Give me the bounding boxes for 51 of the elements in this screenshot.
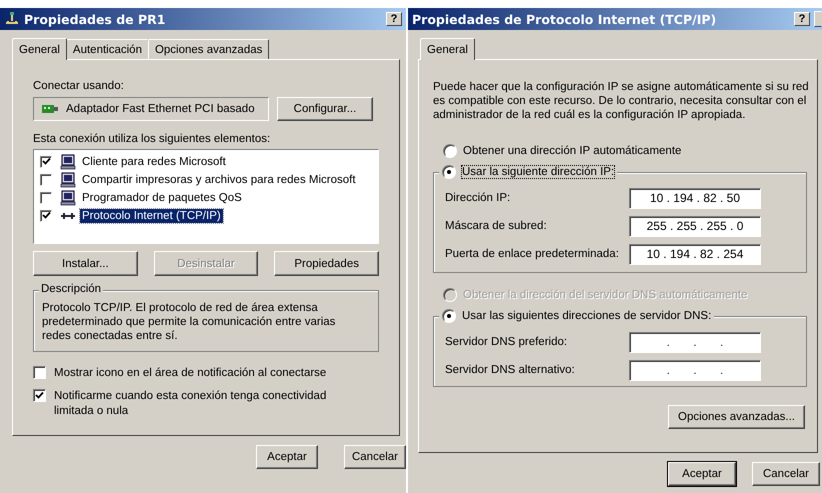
list-item[interactable]: Compartir impresoras y archivos para redes Microsoft	[80, 172, 358, 186]
dialog-button[interactable]: Cancelar	[752, 462, 820, 486]
checkbox[interactable]	[33, 389, 46, 402]
field-label: Máscara de subred:	[445, 220, 547, 232]
action-button[interactable]: Instalar...	[33, 251, 138, 276]
help-button[interactable]: ?	[386, 12, 402, 26]
computer-icon	[60, 190, 76, 206]
tab[interactable]: Opciones avanzadas	[148, 39, 270, 59]
description-text: Protocolo TCP/IP. El protocolo de red de área extensa predeterminado que permite la comunicación entre varias redes conectadas entre sí.	[42, 301, 336, 343]
tab[interactable]: General	[12, 38, 67, 60]
list-item[interactable]: Cliente para redes Microsoft	[80, 154, 228, 168]
close-button[interactable]	[814, 11, 822, 27]
radio-label: Obtener una dirección IP automáticamente	[463, 145, 682, 157]
intro-text: Puede hacer que la configuración IP se asigne automáticamente si su red es compatible con este recurso. De lo contrario, necesita consultar con el administrador de la red cuál es la configuración IP apropiada.	[433, 80, 810, 122]
list-item[interactable]: Protocolo Internet (TCP/IP)	[80, 208, 223, 222]
group-legend: Descripción	[39, 283, 104, 295]
ip-address-field[interactable]: . . .	[629, 360, 761, 380]
field-label: Dirección IP:	[445, 192, 510, 204]
components-label: Esta conexión utiliza los siguientes elementos:	[33, 133, 270, 145]
radio-button[interactable]	[442, 165, 456, 179]
ip-address-field[interactable]: 10 . 194 . 82 . 50	[629, 188, 761, 208]
dialog-button[interactable]: Aceptar	[256, 445, 318, 469]
radio-button[interactable]	[443, 144, 457, 158]
radio-button[interactable]	[442, 309, 456, 323]
action-button[interactable]: Propiedades	[274, 251, 380, 276]
window-title: Propiedades de Protocolo Internet (TCP/IP)	[412, 12, 718, 26]
network-card-icon	[42, 103, 58, 115]
adapter-field: Adaptador Fast Ethernet PCI basado	[33, 97, 269, 121]
network-icon	[4, 11, 20, 27]
connect-label: Conectar usando:	[33, 80, 124, 92]
computer-icon	[60, 172, 76, 188]
field-label: Servidor DNS preferido:	[445, 336, 568, 348]
radio-label: Usar las siguientes direcciones de servidor DNS:	[462, 310, 712, 322]
radio-label: Usar la siguiente dirección IP:	[462, 166, 614, 178]
ip-address-field[interactable]: 255 . 255 . 255 . 0	[629, 216, 761, 236]
dialog-button[interactable]: Cancelar	[344, 445, 406, 469]
window-title: Propiedades de PR1	[24, 12, 166, 26]
computer-icon	[60, 154, 76, 170]
field-label: Puerta de enlace predeterminada:	[445, 248, 619, 260]
tab[interactable]: General	[420, 38, 475, 60]
list-item[interactable]: Programador de paquetes QoS	[80, 190, 244, 204]
dialog-button[interactable]: Aceptar	[668, 462, 736, 486]
field-label: Servidor DNS alternativo:	[445, 364, 575, 376]
checkbox[interactable]	[33, 366, 46, 379]
ip-address-field[interactable]: 10 . 194 . 82 . 254	[629, 244, 761, 264]
ip-address-field[interactable]: . . .	[629, 332, 761, 352]
configure-button[interactable]: Configurar...	[277, 97, 373, 121]
help-button[interactable]: ?	[794, 12, 810, 26]
option-label: Mostrar icono en el área de notificación al conectarse	[54, 366, 328, 381]
advanced-options-button[interactable]: Opciones avanzadas...	[668, 405, 805, 429]
option-label: Notificarme cuando esta conexión tenga conectividad limitada o nula	[54, 389, 328, 419]
